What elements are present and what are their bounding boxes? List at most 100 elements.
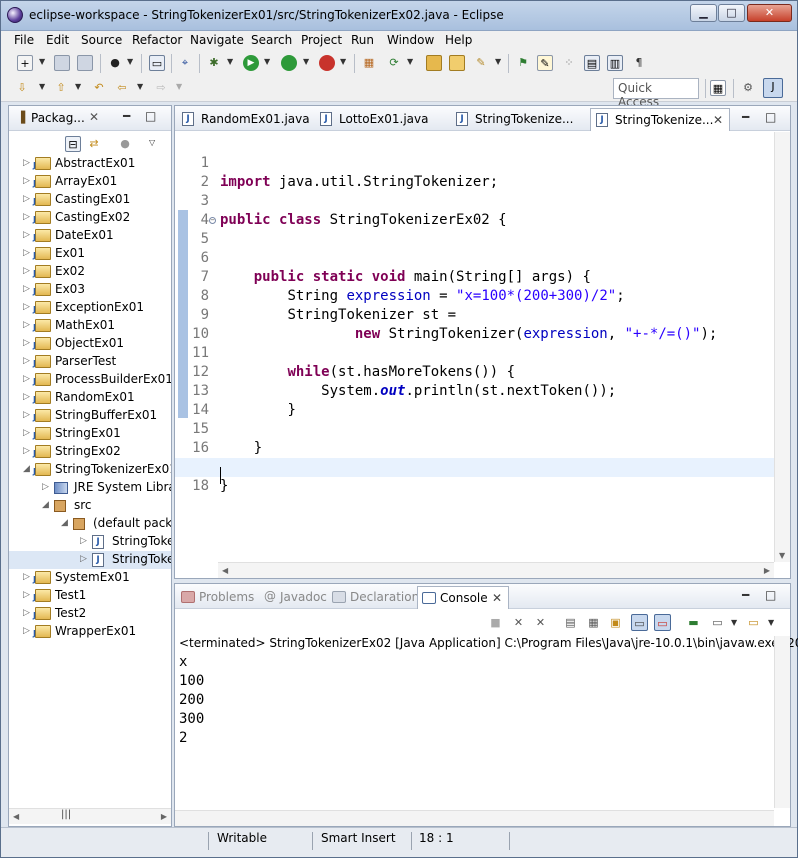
menu-refactor[interactable]: Refactor bbox=[132, 33, 182, 47]
open-folder-icon[interactable] bbox=[449, 55, 465, 71]
tree-item-project[interactable]: ▷ Test1 bbox=[9, 587, 171, 605]
tree-item-src-folder[interactable]: ◢ src bbox=[9, 497, 171, 515]
search-icon[interactable]: ✎ bbox=[473, 55, 489, 71]
code-line[interactable]: 7 String expression = "x=100*(200+300)/2… bbox=[175, 249, 775, 304]
menu-file[interactable]: File bbox=[14, 33, 34, 47]
chevron-right-icon[interactable]: ▷ bbox=[23, 248, 30, 258]
run-icon[interactable]: ▶ bbox=[243, 55, 259, 71]
code-line[interactable]: 1 import java.util.StringTokenizer; bbox=[175, 135, 775, 190]
chevron-down-icon[interactable]: ◢ bbox=[61, 518, 68, 528]
chevron-down-icon[interactable]: ▼ bbox=[768, 618, 774, 627]
chevron-down-icon[interactable]: ▼ bbox=[227, 57, 233, 66]
terminal-icon[interactable]: ▭ bbox=[149, 55, 165, 71]
tree-horizontal-scrollbar[interactable]: ◀ ||| ▶ bbox=[9, 808, 171, 824]
tree-item-project[interactable]: ▷ CastingEx02 bbox=[9, 209, 171, 227]
tree-item-project[interactable]: ▷ Ex03 bbox=[9, 281, 171, 299]
chevron-right-icon[interactable]: ▷ bbox=[23, 572, 30, 582]
tab-declaration[interactable]: Declaration bbox=[332, 586, 419, 609]
tree-item-jre-library[interactable]: ▷ JRE System Library bbox=[9, 479, 171, 497]
chevron-down-icon[interactable]: ▼ bbox=[303, 57, 309, 66]
chevron-right-icon[interactable]: ▷ bbox=[23, 230, 30, 240]
tree-item-project[interactable]: ▷ ArrayEx01 bbox=[9, 173, 171, 191]
chevron-right-icon[interactable]: ▷ bbox=[23, 608, 30, 618]
current-code-line[interactable]: 18 bbox=[175, 458, 775, 494]
chevron-right-icon[interactable]: ▷ bbox=[23, 410, 30, 420]
external-tools-icon[interactable] bbox=[319, 55, 335, 71]
editor-vertical-scrollbar[interactable]: ▼ bbox=[774, 132, 790, 562]
minimize-icon[interactable]: ━ bbox=[742, 110, 749, 124]
coverage-icon[interactable] bbox=[281, 55, 297, 71]
code-line[interactable]: 12 System.out.println(st.nextToken()); bbox=[175, 344, 775, 399]
link-with-editor-icon[interactable]: ⇄ bbox=[86, 136, 102, 152]
chevron-down-icon[interactable]: ▼ bbox=[495, 57, 501, 66]
tree-item-project[interactable]: ▷ Test2 bbox=[9, 605, 171, 623]
save-all-icon[interactable] bbox=[77, 55, 93, 71]
tree-item-java-file[interactable]: ▷ J StringTokenizerEx02.java bbox=[9, 551, 171, 569]
minimize-icon[interactable]: ━ bbox=[123, 109, 130, 123]
show-whitespace-icon[interactable]: ⁘ bbox=[561, 55, 577, 71]
tree-item-project[interactable]: ▷ StringEx02 bbox=[9, 443, 171, 461]
show-on-stdout-icon[interactable]: ▭ bbox=[631, 614, 648, 631]
profile-icon[interactable]: ● bbox=[107, 55, 123, 71]
tab-stringtokenizerex01[interactable]: J StringTokenize... bbox=[451, 108, 589, 131]
code-line[interactable]: 3 public class StringTokenizerEx02 { bbox=[175, 173, 775, 228]
chevron-right-icon[interactable]: ▷ bbox=[23, 212, 30, 222]
chevron-right-icon[interactable]: ▷ bbox=[80, 554, 87, 564]
tree-item-project[interactable]: ▷ ObjectEx01 bbox=[9, 335, 171, 353]
menu-run[interactable]: Run bbox=[351, 33, 374, 47]
next-annotation-icon[interactable]: ⇩ bbox=[14, 80, 30, 96]
remove-all-launches-icon[interactable]: ✕ bbox=[532, 614, 549, 631]
minimize-icon[interactable]: ━ bbox=[742, 588, 749, 602]
editor-horizontal-scrollbar[interactable]: ◀ ▶ bbox=[218, 562, 774, 578]
java-perspective-icon[interactable]: J bbox=[763, 78, 783, 98]
chevron-right-icon[interactable]: ▷ bbox=[23, 590, 30, 600]
chevron-right-icon[interactable]: ▷ bbox=[80, 536, 87, 546]
chevron-right-icon[interactable]: ▷ bbox=[23, 302, 30, 312]
tree-item-default-package[interactable]: ◢ (default package) bbox=[9, 515, 171, 533]
tree-item-project[interactable]: ▷ StringBufferEx01 bbox=[9, 407, 171, 425]
code-line[interactable]: 15 } bbox=[175, 401, 775, 456]
tree-item-project[interactable]: ▷ DateEx01 bbox=[9, 227, 171, 245]
tree-item-project[interactable]: ▷ ParserTest bbox=[9, 353, 171, 371]
chevron-right-icon[interactable]: ▷ bbox=[42, 482, 49, 492]
new-package-icon[interactable]: ⟳ bbox=[386, 55, 402, 71]
fold-collapse-icon[interactable]: − bbox=[209, 217, 216, 224]
paragraph-icon[interactable]: ¶ bbox=[631, 55, 647, 71]
tab-javadoc[interactable]: @ Javadoc bbox=[264, 586, 327, 609]
forward-icon[interactable]: ⇨ bbox=[153, 80, 169, 96]
code-line[interactable]: 16 bbox=[175, 420, 775, 456]
pin-console-icon[interactable]: ▬ bbox=[685, 614, 702, 631]
chevron-down-icon[interactable]: ▼ bbox=[39, 57, 45, 66]
minimize-button[interactable]: ▁ bbox=[690, 4, 717, 22]
chevron-down-icon[interactable]: ▼ bbox=[264, 57, 270, 66]
close-button[interactable]: ✕ bbox=[747, 4, 792, 22]
block-selection-icon[interactable]: ▤ bbox=[584, 55, 600, 71]
chevron-down-icon[interactable]: ▼ bbox=[137, 82, 143, 91]
maximize-icon[interactable]: □ bbox=[145, 109, 156, 123]
chevron-down-icon[interactable]: ▼ bbox=[407, 57, 413, 66]
tree-item-project[interactable]: ▷ Ex01 bbox=[9, 245, 171, 263]
chevron-right-icon[interactable]: ▷ bbox=[23, 176, 30, 186]
code-line[interactable]: 9 new StringTokenizer(expression, "+-*/=… bbox=[175, 287, 775, 342]
maximize-button[interactable]: □ bbox=[718, 4, 745, 22]
code-line[interactable]: 8 StringTokenizer st = bbox=[175, 268, 775, 323]
open-perspective-icon[interactable]: ▦ bbox=[710, 80, 726, 96]
previous-annotation-icon[interactable]: ⇧ bbox=[53, 80, 69, 96]
maximize-icon[interactable]: □ bbox=[765, 588, 776, 602]
chevron-down-icon[interactable]: ◢ bbox=[23, 464, 30, 474]
code-line[interactable]: 14 bbox=[175, 382, 775, 418]
console-vertical-scrollbar[interactable] bbox=[774, 636, 790, 808]
tree-item-project[interactable]: ▷ AbstractEx01 bbox=[9, 155, 171, 173]
tab-randomex01[interactable]: J RandomEx01.java bbox=[177, 108, 312, 131]
code-line[interactable]: 6 bbox=[175, 230, 775, 266]
chevron-right-icon[interactable]: ▷ bbox=[23, 374, 30, 384]
close-icon[interactable]: ✕ bbox=[89, 110, 99, 124]
close-icon[interactable]: ✕ bbox=[713, 113, 723, 127]
highlight-icon[interactable]: ✎ bbox=[537, 55, 553, 71]
chevron-down-icon[interactable]: ▼ bbox=[127, 57, 133, 66]
maximize-icon[interactable]: □ bbox=[765, 110, 776, 124]
code-line[interactable]: 13 } bbox=[175, 363, 775, 418]
terminate-icon[interactable]: ■ bbox=[487, 614, 504, 631]
chevron-down-icon[interactable]: ▼ bbox=[75, 82, 81, 91]
chevron-down-icon[interactable]: ▼ bbox=[39, 82, 45, 91]
